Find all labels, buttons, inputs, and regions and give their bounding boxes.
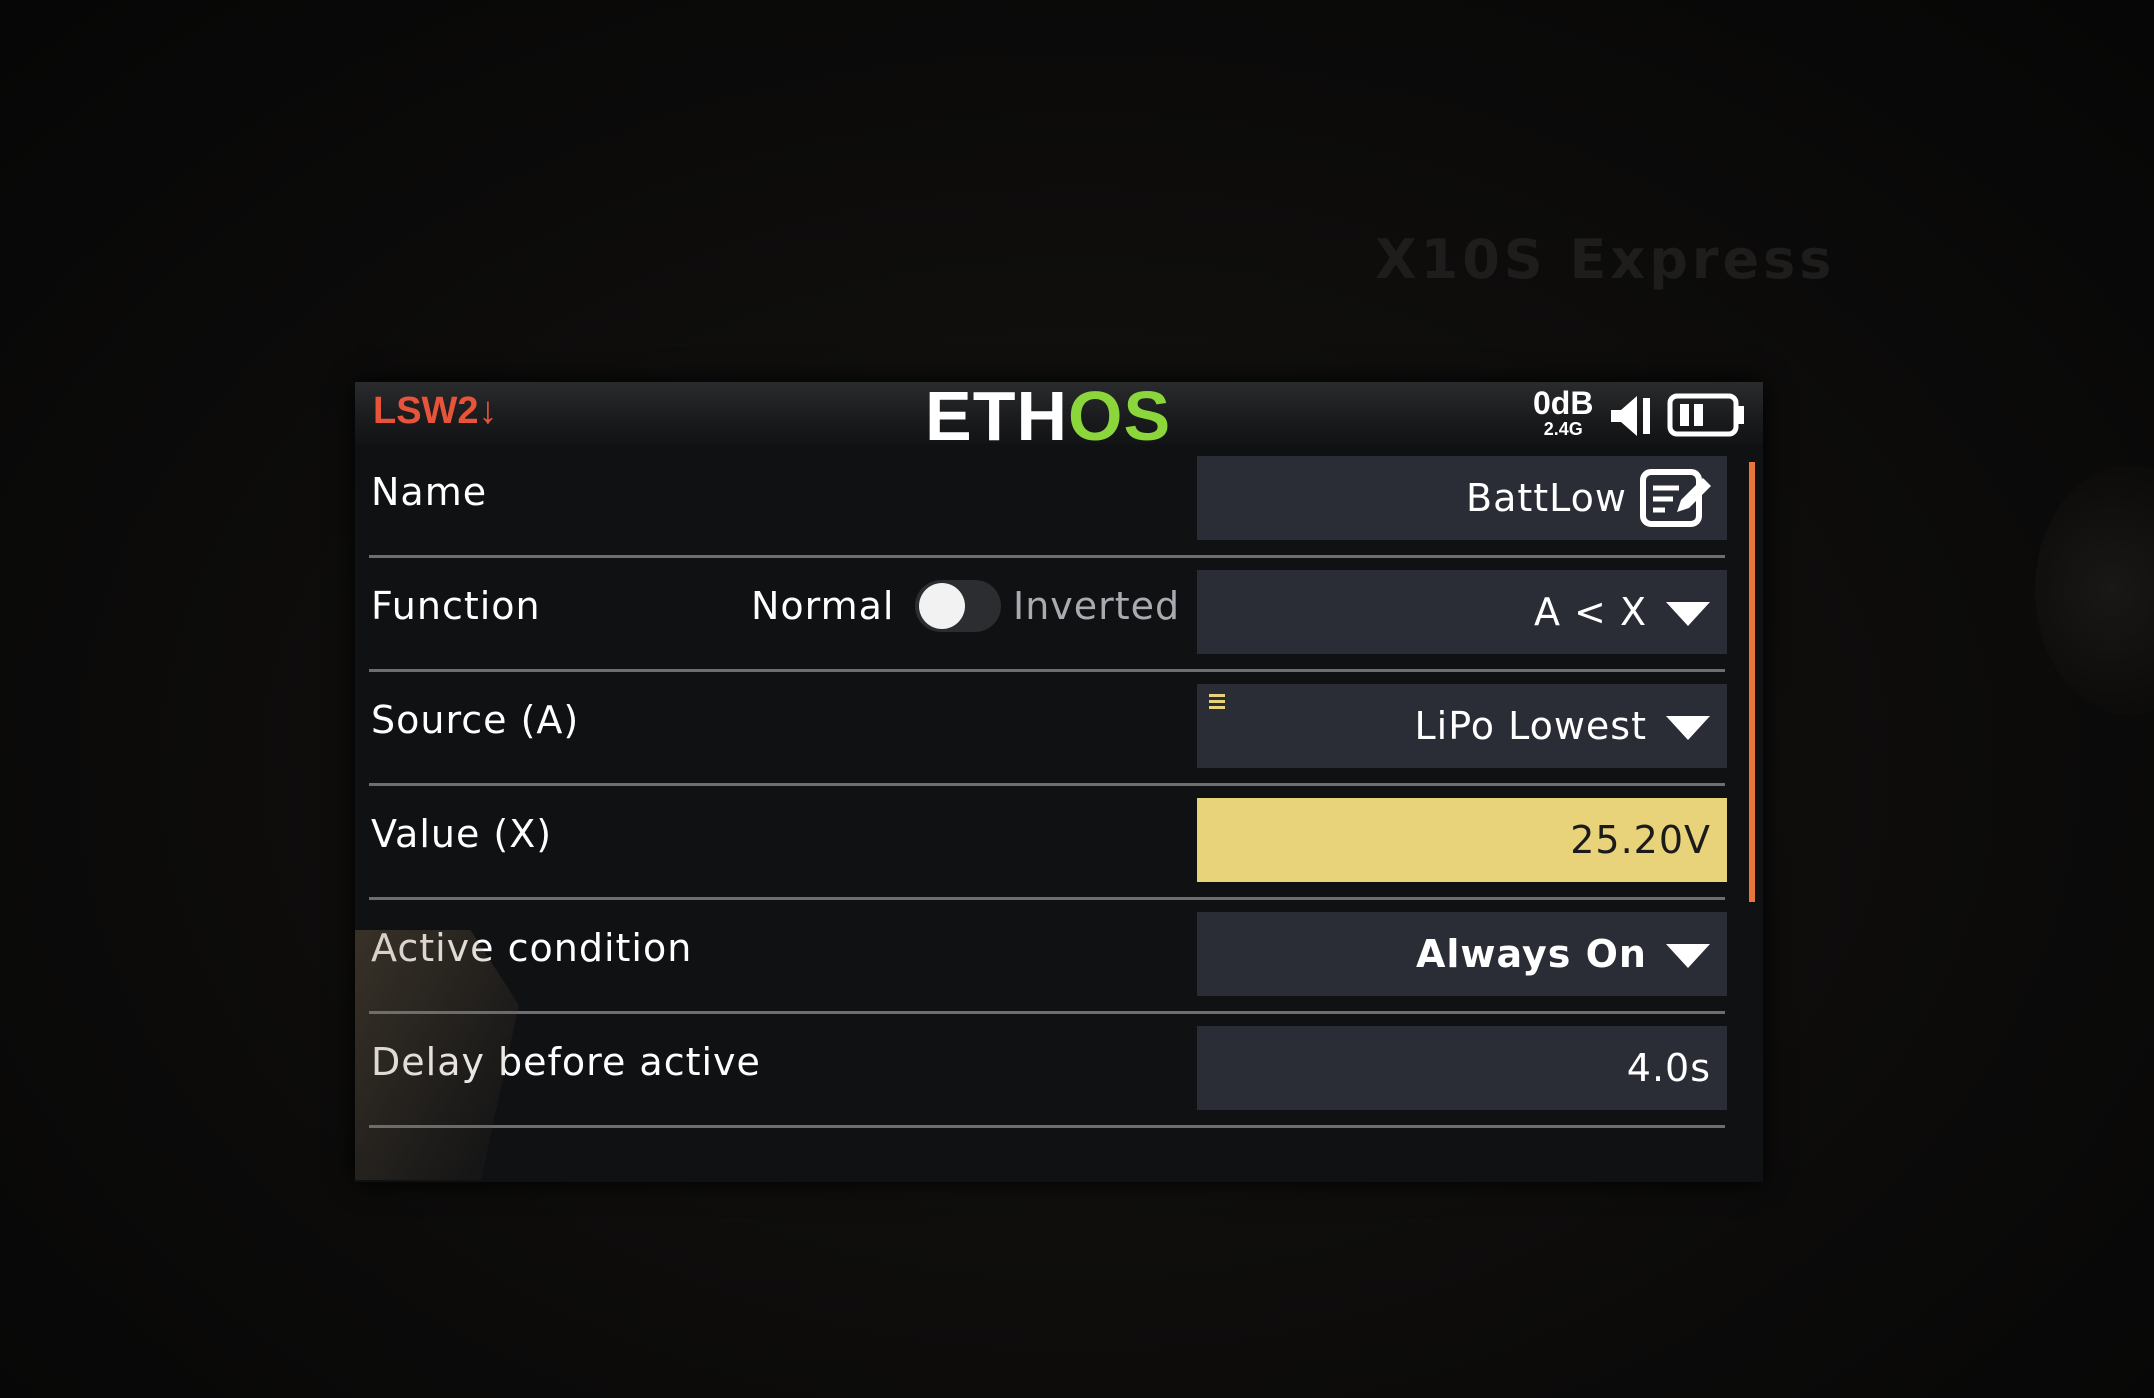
row-label: Value (X) [371,812,553,856]
field-value: 25.20V [1570,818,1711,862]
row-function: Function Normal Inverted A < X [355,558,1727,672]
invert-switch[interactable] [915,580,1001,632]
chevron-down-icon [1666,716,1710,740]
battery-icon [1667,393,1744,437]
chevron-down-icon [1666,944,1710,968]
row-label: Name [371,470,488,514]
list-icon [1209,694,1225,709]
row-source: Source (A) LiPo Lowest [355,672,1727,786]
edit-icon[interactable] [1637,466,1715,530]
field-value: 4.0s [1626,1046,1711,1090]
chevron-down-icon [1666,602,1710,626]
row-label: Function [371,584,541,628]
field-value: Always On [1416,932,1647,976]
row-name: Name BattLow [355,444,1727,558]
row-delay: Delay before active 4.0s [355,1014,1727,1128]
field-value: A < X [1533,590,1647,634]
source-dropdown[interactable]: LiPo Lowest [1197,684,1727,768]
rssi-indicator: 0dB 2.4G [1533,387,1593,439]
scrollbar[interactable] [1749,462,1755,902]
delay-field[interactable]: 4.0s [1197,1026,1727,1110]
row-label: Source (A) [371,698,580,742]
row-value: Value (X) 25.20V [355,786,1727,900]
switch-thumb [919,583,965,629]
status-bar: LSW2↓ ETHOS 0dB 2.4G [355,377,1763,455]
value-field[interactable]: 25.20V [1197,798,1727,882]
row-divider [369,1125,1725,1128]
speaker-icon[interactable] [1605,392,1665,440]
logical-switch-indicator[interactable]: LSW2↓ [373,390,498,433]
field-value: BattLow [1466,476,1627,520]
bezel-model-label: X10S Express [1375,228,1836,291]
function-dropdown[interactable]: A < X [1197,570,1727,654]
active-condition-dropdown[interactable]: Always On [1197,912,1727,996]
toggle-option-normal[interactable]: Normal [751,584,895,628]
rssi-value: 0dB [1533,385,1594,421]
name-field[interactable]: BattLow [1197,456,1727,540]
rf-band: 2.4G [1543,419,1583,439]
row-active-condition: Active condition Always On [355,900,1727,1014]
field-value: LiPo Lowest [1414,704,1647,748]
radio-screen: LSW2↓ ETHOS 0dB 2.4G Name BattLow Functi… [355,377,1763,1182]
toggle-option-inverted[interactable]: Inverted [1013,584,1180,628]
